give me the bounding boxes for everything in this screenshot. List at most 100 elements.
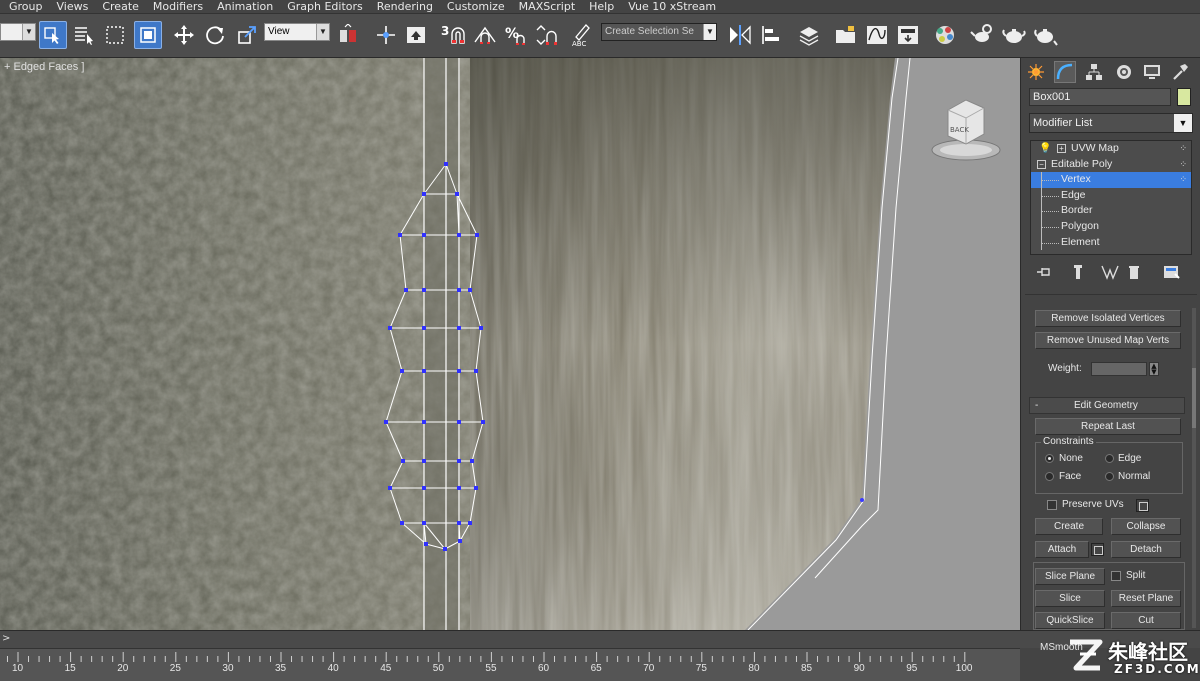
tab-modify[interactable] <box>1054 61 1076 83</box>
select-manipulate-button[interactable] <box>372 21 400 49</box>
scale-button[interactable] <box>233 21 261 49</box>
time-slider[interactable]: > <box>0 630 1200 648</box>
align-button[interactable] <box>757 21 785 49</box>
render-production-button[interactable] <box>1032 21 1060 49</box>
repeat-last-button[interactable]: Repeat Last <box>1035 418 1181 435</box>
perspective-viewport[interactable]: + Edged Faces ] BACK <box>0 58 1020 630</box>
select-object-button[interactable] <box>39 21 67 49</box>
show-end-result-button[interactable] <box>1069 263 1087 281</box>
tab-hierarchy[interactable] <box>1083 61 1105 83</box>
curve-editor-button[interactable] <box>863 21 891 49</box>
stack-item-editable-poly[interactable]: − Editable Poly ⁘ <box>1031 157 1191 173</box>
rectangular-region-button[interactable] <box>101 21 129 49</box>
cut-button[interactable]: Cut <box>1111 612 1181 629</box>
collapse-button[interactable]: Collapse <box>1111 518 1181 535</box>
tab-create[interactable] <box>1025 61 1047 83</box>
time-slider-arrow[interactable]: > <box>2 633 10 644</box>
mesh-vertex <box>422 288 426 292</box>
tab-display[interactable] <box>1141 61 1163 83</box>
modifier-list-dropdown[interactable]: Modifier List ▼ <box>1029 113 1193 133</box>
menu-modifiers[interactable]: Modifiers <box>146 0 210 13</box>
rotate-button[interactable] <box>201 21 229 49</box>
object-color-swatch[interactable] <box>1177 88 1191 106</box>
create-button[interactable]: Create <box>1035 518 1103 535</box>
selection-filter-dropdown[interactable]: ▼ <box>0 23 36 41</box>
stack-item-vertex[interactable]: Vertex ⁘ <box>1031 172 1191 188</box>
panel-scrollbar[interactable] <box>1192 308 1196 628</box>
keyboard-shortcut-button[interactable] <box>402 21 430 49</box>
expand-icon[interactable]: + <box>1057 144 1066 153</box>
slice-plane-button[interactable]: Slice Plane <box>1035 568 1105 585</box>
object-name-field[interactable]: Box001 <box>1029 88 1171 106</box>
stack-item-edge[interactable]: Edge <box>1031 187 1191 204</box>
menu-animation[interactable]: Animation <box>210 0 280 13</box>
tab-motion[interactable] <box>1113 61 1135 83</box>
mesh-vertex <box>475 233 479 237</box>
trash-icon <box>1129 266 1139 279</box>
viewcube[interactable]: BACK <box>928 90 1004 174</box>
mirror-button[interactable] <box>726 21 754 49</box>
make-unique-button[interactable] <box>1101 263 1119 281</box>
preserve-uvs-settings-button[interactable] <box>1136 499 1149 512</box>
menu-rendering[interactable]: Rendering <box>370 0 440 13</box>
select-by-name-button[interactable] <box>70 21 98 49</box>
viewport-scene <box>0 58 1020 630</box>
reference-coordinate-dropdown[interactable]: View ▼ <box>264 23 330 41</box>
scene-explorer-button[interactable] <box>832 21 860 49</box>
menu-customize[interactable]: Customize <box>440 0 512 13</box>
edit-named-selection-button[interactable]: ABC <box>568 21 596 49</box>
preserve-uvs-checkbox[interactable] <box>1047 500 1057 510</box>
material-editor-button[interactable] <box>931 21 959 49</box>
stack-item-uvw-map[interactable]: 💡 + UVW Map ⁘ <box>1031 141 1191 157</box>
named-selection-set-dropdown[interactable]: Create Selection Se ▼ <box>601 23 717 41</box>
create-star-icon <box>1028 64 1044 80</box>
modifier-stack: 💡 + UVW Map ⁘ − Editable Poly ⁘ Vertex ⁘ Edge Bord… <box>1030 140 1192 255</box>
snap-toggle-button[interactable] <box>447 21 469 49</box>
layer-manager-button[interactable] <box>795 21 823 49</box>
lightbulb-icon[interactable]: 💡 <box>1039 141 1051 157</box>
schematic-view-button[interactable] <box>894 21 922 49</box>
menu-create[interactable]: Create <box>95 0 146 13</box>
rendered-frame-window-button[interactable] <box>1000 21 1028 49</box>
tab-utilities[interactable] <box>1169 61 1191 83</box>
pivot-center-button[interactable] <box>334 21 362 49</box>
percent-snap-button[interactable]: % <box>502 21 530 49</box>
collapse-icon[interactable]: − <box>1037 159 1046 169</box>
constraint-normal-radio[interactable] <box>1105 472 1114 481</box>
constraint-none-radio[interactable] <box>1045 454 1054 463</box>
viewport-label[interactable]: + Edged Faces ] <box>4 61 84 73</box>
move-button[interactable] <box>170 21 198 49</box>
remove-modifier-button[interactable] <box>1125 263 1143 281</box>
weight-field[interactable] <box>1091 362 1147 376</box>
menu-group[interactable]: Group <box>0 0 50 13</box>
weight-spinner[interactable]: ▲ ▼ <box>1149 362 1159 376</box>
detach-button[interactable]: Detach <box>1111 541 1181 558</box>
configure-sets-button[interactable] <box>1163 263 1181 281</box>
track-bar[interactable]: 10 15 20 25 30 35 40 45 50 55 60 65 70 75 80 85 90 95 100 <box>0 648 1020 681</box>
quickslice-button[interactable]: QuickSlice <box>1035 612 1105 629</box>
stack-item-polygon[interactable]: Polygon <box>1031 218 1191 235</box>
pin-stack-button[interactable] <box>1035 263 1053 281</box>
menu-views[interactable]: Views <box>50 0 96 13</box>
remove-unused-map-verts-button[interactable]: Remove Unused Map Verts <box>1035 332 1181 349</box>
constraint-edge-radio[interactable] <box>1105 454 1114 463</box>
edit-geometry-rollout-header[interactable]: - Edit Geometry <box>1029 397 1185 414</box>
menu-graph-editors[interactable]: Graph Editors <box>280 0 370 13</box>
spinner-snap-button[interactable] <box>533 21 561 49</box>
window-crossing-button[interactable] <box>134 21 162 49</box>
attach-settings-button[interactable] <box>1091 543 1104 556</box>
stack-item-border[interactable]: Border <box>1031 203 1191 219</box>
menu-maxscript[interactable]: MAXScript <box>512 0 582 13</box>
panel-scrollbar-thumb[interactable] <box>1192 368 1196 428</box>
menu-help[interactable]: Help <box>582 0 621 13</box>
constraint-face-radio[interactable] <box>1045 472 1054 481</box>
render-setup-button[interactable] <box>968 21 996 49</box>
stack-item-element[interactable]: Element <box>1031 234 1191 251</box>
split-checkbox[interactable] <box>1111 571 1121 581</box>
reset-plane-button[interactable]: Reset Plane <box>1111 590 1181 607</box>
angle-snap-button[interactable] <box>471 21 499 49</box>
slice-button[interactable]: Slice <box>1035 590 1105 607</box>
attach-button[interactable]: Attach <box>1035 541 1089 558</box>
menu-vue-10-xstream[interactable]: Vue 10 xStream <box>621 0 723 13</box>
remove-isolated-vertices-button[interactable]: Remove Isolated Vertices <box>1035 310 1181 327</box>
